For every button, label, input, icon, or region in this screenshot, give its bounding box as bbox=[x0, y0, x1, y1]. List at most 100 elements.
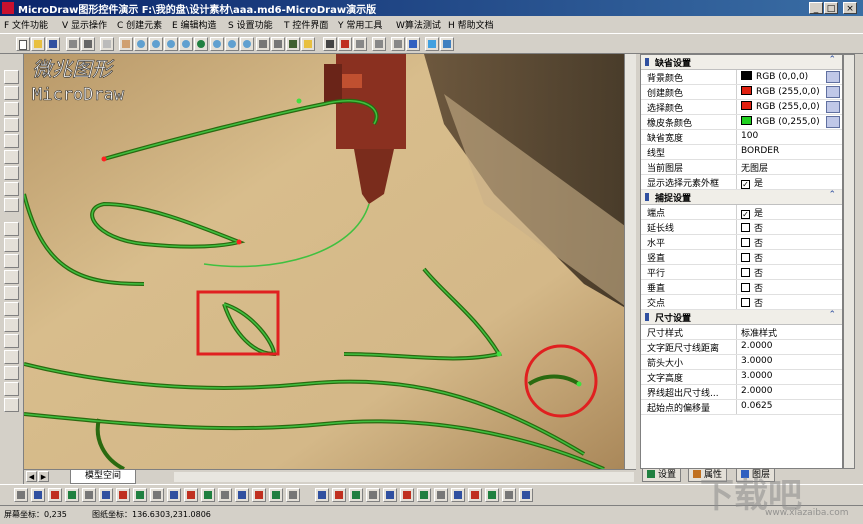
circle-3p-icon[interactable] bbox=[150, 488, 164, 502]
property-row[interactable]: 水平 否 bbox=[641, 235, 842, 250]
line-icon[interactable] bbox=[65, 488, 79, 502]
section-header[interactable]: 尺寸设置 ⌃ bbox=[641, 310, 842, 325]
property-row[interactable]: 垂直 否 bbox=[641, 280, 842, 295]
polygon-tool-icon[interactable] bbox=[4, 118, 19, 132]
menu-create[interactable]: C 创建元素 bbox=[117, 18, 162, 31]
image-icon[interactable] bbox=[519, 488, 533, 502]
new-file-icon[interactable] bbox=[16, 37, 30, 51]
pan-hand-icon[interactable] bbox=[119, 37, 133, 51]
line-tool-icon[interactable] bbox=[4, 70, 19, 84]
ray-icon[interactable] bbox=[82, 488, 96, 502]
arc-icon[interactable] bbox=[184, 488, 198, 502]
color-picker-icon[interactable] bbox=[826, 116, 840, 128]
print-preview-icon[interactable] bbox=[66, 37, 80, 51]
checkbox[interactable]: ✓ bbox=[741, 210, 750, 219]
property-row[interactable]: 平行 否 bbox=[641, 265, 842, 280]
zoom-icon[interactable] bbox=[134, 37, 148, 51]
tab-settings[interactable]: 设置 bbox=[642, 469, 682, 482]
copy-tool-icon[interactable] bbox=[4, 222, 19, 236]
text-icon[interactable] bbox=[417, 488, 431, 502]
color-picker-icon[interactable] bbox=[826, 86, 840, 98]
circle-tool-icon[interactable] bbox=[4, 150, 19, 164]
property-row[interactable]: 当前图层 无图层 bbox=[641, 160, 842, 175]
menu-view[interactable]: V 显示操作 bbox=[62, 18, 107, 31]
offset-tool-icon[interactable] bbox=[4, 254, 19, 268]
menu-settings[interactable]: S 设置功能 bbox=[228, 18, 273, 31]
dim-radius-icon[interactable] bbox=[366, 488, 380, 502]
section-header[interactable]: 缺省设置 ⌃ bbox=[641, 55, 842, 70]
photo-icon[interactable] bbox=[440, 37, 454, 51]
property-row[interactable]: 竖直 否 bbox=[641, 250, 842, 265]
dim-diameter-icon[interactable] bbox=[383, 488, 397, 502]
checkbox[interactable] bbox=[741, 298, 750, 307]
tab-model-space[interactable]: 模型空间 bbox=[70, 470, 136, 484]
property-row[interactable]: 箭头大小 3.0000 bbox=[641, 355, 842, 370]
mirror-tool-icon[interactable] bbox=[4, 238, 19, 252]
spline-icon[interactable] bbox=[235, 488, 249, 502]
rotate-tool-icon[interactable] bbox=[4, 198, 19, 212]
canvas-horizontal-scrollbar[interactable] bbox=[174, 472, 634, 482]
property-row[interactable]: 端点 ✓ 是 bbox=[641, 205, 842, 220]
checkbox[interactable] bbox=[741, 223, 750, 232]
menu-edit[interactable]: E 编辑构造 bbox=[172, 18, 217, 31]
break-tool-icon[interactable] bbox=[4, 302, 19, 316]
property-row[interactable]: 文字距尺寸线距离 2.0000 bbox=[641, 340, 842, 355]
maximize-button[interactable]: □ bbox=[824, 2, 838, 14]
hatch-icon[interactable] bbox=[451, 488, 465, 502]
collapse-icon[interactable]: ⌃ bbox=[828, 55, 836, 65]
scale-tool-icon[interactable] bbox=[4, 366, 19, 380]
polyline-tool-icon[interactable] bbox=[4, 86, 19, 100]
rect-tool-icon[interactable] bbox=[4, 102, 19, 116]
circle-ttr-icon[interactable] bbox=[167, 488, 181, 502]
zoom-realtime-icon[interactable] bbox=[31, 488, 45, 502]
point-icon[interactable] bbox=[48, 488, 62, 502]
undo-icon[interactable] bbox=[256, 37, 270, 51]
zoom-out-icon[interactable] bbox=[164, 37, 178, 51]
print-icon[interactable] bbox=[81, 37, 95, 51]
close-button[interactable]: × bbox=[843, 2, 857, 14]
checkbox[interactable] bbox=[741, 253, 750, 262]
gradient-icon[interactable] bbox=[502, 488, 516, 502]
circle-icon[interactable] bbox=[133, 488, 147, 502]
image-icon[interactable] bbox=[425, 37, 439, 51]
drawing-canvas[interactable]: 微兆图形 MicroDraw bbox=[24, 54, 636, 469]
property-row[interactable]: 背景颜色 RGB (0,0,0) bbox=[641, 70, 842, 85]
tab-scroll-right-icon[interactable]: ▶ bbox=[38, 471, 49, 482]
angle-icon[interactable] bbox=[391, 37, 405, 51]
dim-aligned-icon[interactable] bbox=[332, 488, 346, 502]
collapse-icon[interactable]: ⌃ bbox=[828, 190, 836, 200]
color-picker-icon[interactable] bbox=[826, 101, 840, 113]
measure-icon[interactable] bbox=[372, 37, 386, 51]
zoom-in-icon[interactable] bbox=[149, 37, 163, 51]
property-row[interactable]: 延长线 否 bbox=[641, 220, 842, 235]
array-tool-icon[interactable] bbox=[4, 398, 19, 412]
collapse-icon[interactable]: ⌃ bbox=[828, 310, 836, 320]
polyline-icon[interactable] bbox=[116, 488, 130, 502]
select-icon[interactable] bbox=[14, 488, 28, 502]
menu-controls[interactable]: T 控件界面 bbox=[284, 18, 328, 31]
zoom-all-icon[interactable] bbox=[240, 37, 254, 51]
zoom-extents-icon[interactable] bbox=[210, 37, 224, 51]
insert-icon[interactable] bbox=[485, 488, 499, 502]
menu-tools[interactable]: Y 常用工具 bbox=[338, 18, 382, 31]
eye-icon[interactable] bbox=[194, 37, 208, 51]
redo-icon[interactable] bbox=[271, 37, 285, 51]
snap-icon[interactable] bbox=[286, 37, 300, 51]
pointer-icon[interactable] bbox=[323, 37, 337, 51]
arc-cen-icon[interactable] bbox=[218, 488, 232, 502]
panel-scrollbar[interactable] bbox=[843, 54, 855, 469]
mtext-icon[interactable] bbox=[434, 488, 448, 502]
menu-help[interactable]: H 帮助文档 bbox=[448, 18, 494, 31]
property-row[interactable]: 创建颜色 RGB (255,0,0) bbox=[641, 85, 842, 100]
leader-icon[interactable] bbox=[400, 488, 414, 502]
property-row[interactable]: 文字高度 3.0000 bbox=[641, 370, 842, 385]
save-icon[interactable] bbox=[46, 37, 60, 51]
property-row[interactable]: 橡皮条颜色 RGB (0,255,0) bbox=[641, 115, 842, 130]
chamfer-tool-icon[interactable] bbox=[4, 334, 19, 348]
extend-tool-icon[interactable] bbox=[4, 286, 19, 300]
section-header[interactable]: 捕捉设置 ⌃ bbox=[641, 190, 842, 205]
property-row[interactable]: 缺省宽度 100 bbox=[641, 130, 842, 145]
open-folder-icon[interactable] bbox=[31, 37, 45, 51]
canvas-vertical-scrollbar[interactable] bbox=[624, 54, 636, 469]
ellipse-icon[interactable] bbox=[252, 488, 266, 502]
